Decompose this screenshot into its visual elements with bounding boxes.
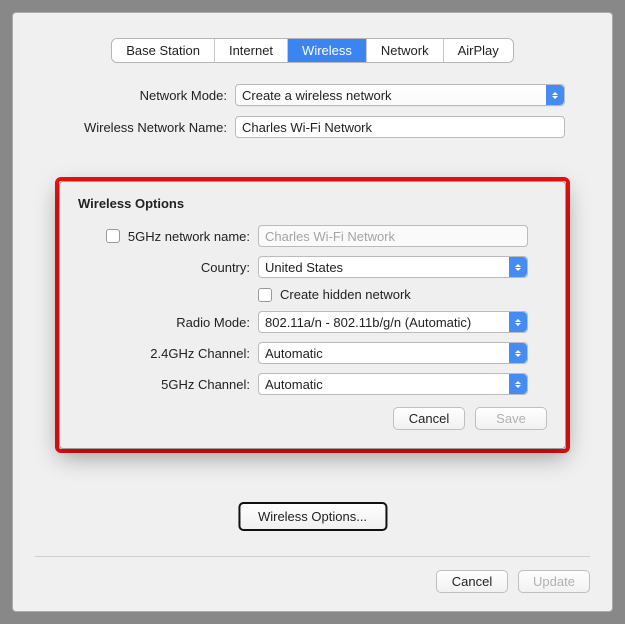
country-row: Country: United States bbox=[78, 256, 547, 278]
ch5-label: 5GHz Channel: bbox=[78, 377, 258, 392]
tab-network[interactable]: Network bbox=[367, 39, 444, 62]
ghz5-name-row: 5GHz network name: Charles Wi-Fi Network bbox=[78, 225, 547, 247]
hidden-network-checkbox[interactable] bbox=[258, 288, 272, 302]
updown-icon bbox=[509, 312, 527, 332]
ch24-row: 2.4GHz Channel: Automatic bbox=[78, 342, 547, 364]
network-name-label: Wireless Network Name: bbox=[35, 120, 235, 135]
network-name-input[interactable]: Charles Wi-Fi Network bbox=[235, 116, 565, 138]
dialog-buttons: Cancel Save bbox=[78, 407, 547, 430]
ch24-value: Automatic bbox=[265, 346, 323, 361]
network-name-value: Charles Wi-Fi Network bbox=[242, 120, 372, 135]
dialog-title: Wireless Options bbox=[78, 196, 547, 211]
radio-mode-select[interactable]: 802.11a/n - 802.11b/g/n (Automatic) bbox=[258, 311, 528, 333]
ghz5-name-label: 5GHz network name: bbox=[128, 229, 250, 244]
separator bbox=[35, 556, 590, 557]
tabs-container: Base Station Internet Wireless Network A… bbox=[112, 39, 513, 62]
wireless-options-button[interactable]: Wireless Options... bbox=[238, 502, 387, 531]
tab-internet[interactable]: Internet bbox=[215, 39, 288, 62]
country-label: Country: bbox=[78, 260, 258, 275]
preferences-window: Base Station Internet Wireless Network A… bbox=[12, 12, 613, 612]
footer-cancel-button[interactable]: Cancel bbox=[436, 570, 508, 593]
network-name-row: Wireless Network Name: Charles Wi-Fi Net… bbox=[35, 116, 590, 138]
hidden-network-label: Create hidden network bbox=[280, 287, 411, 302]
network-mode-select[interactable]: Create a wireless network bbox=[235, 84, 565, 106]
ch24-select[interactable]: Automatic bbox=[258, 342, 528, 364]
cancel-button[interactable]: Cancel bbox=[393, 407, 465, 430]
highlight-border: Wireless Options 5GHz network name: Char… bbox=[55, 177, 570, 453]
tab-base-station[interactable]: Base Station bbox=[112, 39, 215, 62]
ghz5-name-input[interactable]: Charles Wi-Fi Network bbox=[258, 225, 528, 247]
updown-icon bbox=[509, 343, 527, 363]
footer-buttons: Cancel Update bbox=[436, 570, 590, 593]
ghz5-name-value: Charles Wi-Fi Network bbox=[265, 229, 395, 244]
ghz5-name-checkbox[interactable] bbox=[106, 229, 120, 243]
radio-mode-row: Radio Mode: 802.11a/n - 802.11b/g/n (Aut… bbox=[78, 311, 547, 333]
country-value: United States bbox=[265, 260, 343, 275]
network-mode-label: Network Mode: bbox=[35, 88, 235, 103]
ch5-row: 5GHz Channel: Automatic bbox=[78, 373, 547, 395]
country-select[interactable]: United States bbox=[258, 256, 528, 278]
ch24-label: 2.4GHz Channel: bbox=[78, 346, 258, 361]
tab-wireless[interactable]: Wireless bbox=[288, 39, 367, 62]
tab-airplay[interactable]: AirPlay bbox=[444, 39, 513, 62]
hidden-network-row: Create hidden network bbox=[78, 287, 547, 302]
footer-update-button: Update bbox=[518, 570, 590, 593]
network-mode-row: Network Mode: Create a wireless network bbox=[35, 84, 590, 106]
save-button: Save bbox=[475, 407, 547, 430]
updown-icon bbox=[509, 257, 527, 277]
tab-bar: Base Station Internet Wireless Network A… bbox=[35, 39, 590, 62]
ch5-value: Automatic bbox=[265, 377, 323, 392]
radio-mode-label: Radio Mode: bbox=[78, 315, 258, 330]
wireless-options-dialog: Wireless Options 5GHz network name: Char… bbox=[59, 181, 566, 449]
updown-icon bbox=[509, 374, 527, 394]
ch5-select[interactable]: Automatic bbox=[258, 373, 528, 395]
updown-icon bbox=[546, 85, 564, 105]
network-mode-value: Create a wireless network bbox=[242, 88, 392, 103]
radio-mode-value: 802.11a/n - 802.11b/g/n (Automatic) bbox=[265, 315, 471, 330]
